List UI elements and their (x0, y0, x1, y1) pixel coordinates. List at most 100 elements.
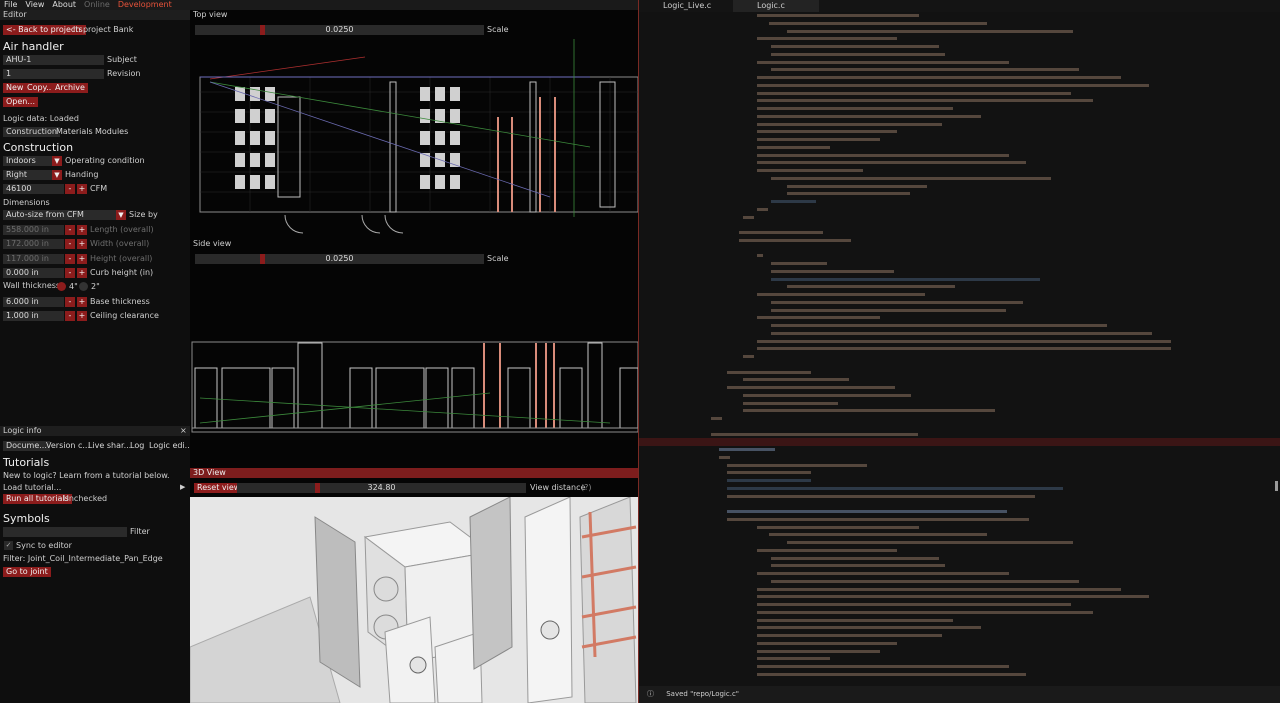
width-label: Width (overall) (90, 239, 150, 248)
base-thickness-input[interactable]: 6.000 in (3, 297, 64, 307)
code-text-blur (787, 29, 1073, 33)
sync-checkbox[interactable]: ✓ (4, 541, 13, 550)
go-to-joint-button[interactable]: Go to joint (3, 567, 51, 577)
tab-modules[interactable]: Modules (92, 127, 131, 137)
view-distance-slider[interactable]: 324.80 (237, 483, 526, 493)
view3d-canvas[interactable] (190, 497, 638, 703)
tab-logic[interactable]: Logic.c (733, 0, 819, 12)
curb-increment-button[interactable]: + (77, 268, 87, 278)
reset-view-button[interactable]: Reset view (194, 483, 244, 493)
chevron-down-icon[interactable]: ▼ (52, 156, 62, 166)
top-scale-slider[interactable]: 0.0250 (195, 25, 484, 35)
height-decrement-button[interactable]: - (65, 254, 75, 264)
base-increment-button[interactable]: + (77, 297, 87, 307)
menu-development[interactable]: Development (118, 0, 172, 10)
code-text-blur (771, 300, 1023, 304)
length-input[interactable]: 558.000 in (3, 225, 64, 235)
side-scale-value: 0.0250 (325, 254, 354, 263)
open-button[interactable]: Open... (3, 97, 38, 107)
wall-2in-radio[interactable] (79, 282, 88, 291)
code-text-blur (771, 331, 1152, 335)
curb-decrement-button[interactable]: - (65, 268, 75, 278)
ceiling-decrement-button[interactable]: - (65, 311, 75, 321)
width-decrement-button[interactable]: - (65, 239, 75, 249)
width-increment-button[interactable]: + (77, 239, 87, 249)
slider-knob[interactable] (260, 254, 265, 264)
code-text-blur (771, 277, 1040, 281)
code-text-blur (787, 285, 955, 289)
menu-online[interactable]: Online (84, 0, 110, 10)
scrollbar-thumb[interactable] (1275, 481, 1278, 491)
size-by-select[interactable]: Auto-size from CFM (3, 210, 116, 220)
menu-about[interactable]: About (52, 0, 76, 10)
cfm-input[interactable]: 46100 (3, 184, 64, 194)
tutorials-intro: New to logic? Learn from a tutorial belo… (3, 471, 170, 480)
code-text-blur (757, 339, 1172, 343)
archive-button[interactable]: Archive (52, 83, 88, 93)
tab-construction[interactable]: Construction (3, 127, 60, 137)
close-icon[interactable]: × (180, 426, 187, 436)
symbols-filter-input[interactable] (3, 527, 127, 537)
chevron-down-icon[interactable]: ▼ (116, 210, 126, 220)
door-panel-1 (384, 616, 436, 703)
revision-label: Revision (107, 69, 141, 78)
tab-logic-live[interactable]: Logic_Live.c (639, 0, 723, 12)
code-area[interactable] (639, 12, 1280, 686)
code-text-blur (771, 262, 827, 265)
length-increment-button[interactable]: + (77, 225, 87, 235)
height-increment-button[interactable]: + (77, 254, 87, 264)
menu-file[interactable]: File (4, 0, 17, 10)
ceiling-clearance-input[interactable]: 1.000 in (3, 311, 64, 321)
tab-materials[interactable]: Materials (53, 127, 96, 137)
base-decrement-button[interactable]: - (65, 297, 75, 307)
ceiling-increment-button[interactable]: + (77, 311, 87, 321)
handing-label: Handing (65, 170, 99, 179)
width-input[interactable]: 172.000 in (3, 239, 64, 249)
handing-select[interactable]: Right (3, 170, 53, 180)
sync-label: Sync to editor (16, 541, 72, 550)
chevron-down-icon[interactable]: ▼ (52, 170, 62, 180)
new-button[interactable]: New (3, 83, 27, 93)
load-tutorial-dropdown[interactable]: Load tutorial... (3, 483, 61, 493)
curb-height-input[interactable]: 0.000 in (3, 268, 64, 278)
height-input[interactable]: 117.000 in (3, 254, 64, 264)
guide-line-red (209, 56, 366, 80)
code-text-blur (769, 21, 988, 25)
code-text-blur (727, 517, 1030, 521)
code-text-blur (757, 254, 763, 258)
chevron-right-icon[interactable]: ▶ (180, 482, 185, 492)
code-text-blur (727, 510, 1007, 513)
slider-knob[interactable] (315, 483, 320, 493)
run-all-tutorials-button[interactable]: Run all tutorials (3, 494, 72, 504)
code-tabs: Logic_Live.c Logic.c (639, 0, 1280, 12)
side-modules (194, 342, 638, 429)
tall-panel (469, 497, 513, 670)
subject-label: Subject (107, 55, 137, 64)
page-title: Air handler (3, 40, 64, 53)
wall-thickness-label: Wall thickness (3, 281, 61, 290)
top-view-canvas[interactable] (190, 37, 638, 240)
code-text-blur (757, 122, 942, 126)
code-text-blur (771, 200, 816, 203)
operating-condition-select[interactable]: Indoors (3, 156, 53, 166)
code-text-blur (787, 184, 927, 188)
side-view-canvas[interactable] (190, 338, 638, 438)
code-text-blur (719, 448, 775, 451)
code-line[interactable] (639, 671, 1280, 679)
height-label: Height (overall) (90, 254, 153, 263)
tab-logic-editor[interactable]: Logic edi... (146, 441, 195, 451)
help-icon[interactable]: (?) (581, 483, 592, 493)
code-text-blur (757, 153, 1009, 157)
length-decrement-button[interactable]: - (65, 225, 75, 235)
side-scale-slider[interactable]: 0.0250 (195, 254, 484, 264)
code-text-blur (757, 145, 830, 149)
cfm-label: CFM (90, 184, 108, 193)
tab-log[interactable]: Log (127, 441, 147, 451)
cfm-increment-button[interactable]: + (77, 184, 87, 194)
wall-4in-radio[interactable] (57, 282, 66, 291)
cfm-decrement-button[interactable]: - (65, 184, 75, 194)
subject-input[interactable]: AHU-1 (3, 55, 104, 65)
revision-input[interactable]: 1 (3, 69, 104, 79)
slider-knob[interactable] (260, 25, 265, 35)
menu-view[interactable]: View (25, 0, 44, 10)
